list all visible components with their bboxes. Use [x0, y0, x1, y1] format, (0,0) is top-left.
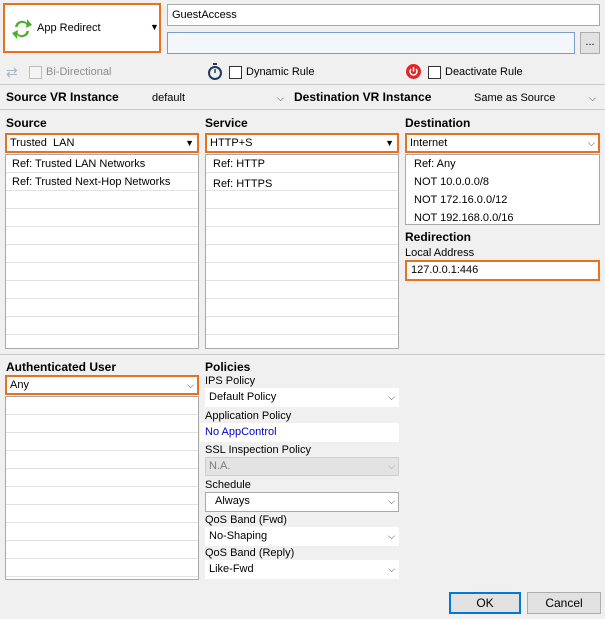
service-select[interactable]: HTTP+S ▼ [205, 133, 399, 153]
stopwatch-icon [207, 63, 223, 83]
action-selector[interactable]: App Redirect ▼ [3, 3, 161, 53]
app-policy-link[interactable]: No AppControl [200, 423, 399, 442]
service-list[interactable]: Ref: HTTP Ref: HTTPS [205, 154, 399, 349]
bidirectional-checkbox[interactable] [29, 66, 42, 79]
destination-vr-select[interactable]: Same as Source ⌵ [470, 89, 600, 108]
chevron-down-icon: ⌵ [588, 138, 595, 148]
list-item[interactable]: NOT 192.168.0.0/16 [406, 209, 599, 224]
list-item[interactable]: Ref: HTTPS [206, 175, 398, 193]
bidirectional-label: Bi-Directional [46, 66, 112, 78]
list-item[interactable]: Ref: Trusted Next-Hop Networks [6, 173, 198, 191]
source-selected-value: Trusted LAN [10, 137, 75, 149]
chevron-down-icon: ⌵ [277, 93, 284, 103]
cancel-button[interactable]: Cancel [527, 592, 601, 614]
bidirectional-arrows-icon: ⇄ [6, 64, 18, 80]
destination-heading: Destination [405, 116, 471, 130]
list-item[interactable]: Ref: Trusted LAN Networks [6, 155, 198, 173]
options-divider [0, 84, 605, 85]
ssl-policy-value: N.A. [209, 460, 231, 472]
action-label: App Redirect [37, 22, 101, 34]
dynamic-rule-label: Dynamic Rule [246, 66, 315, 78]
qos-reply-label: QoS Band (Reply) [205, 547, 295, 559]
more-button[interactable]: ... [580, 32, 600, 54]
destination-vr-label: Destination VR Instance [294, 90, 432, 104]
destination-list[interactable]: Ref: Any NOT 10.0.0.0/8 NOT 172.16.0.0/1… [405, 154, 600, 225]
list-item[interactable]: Ref: Any [406, 155, 599, 173]
schedule-select[interactable]: Always ⌵ [205, 492, 399, 512]
source-vr-value: default [152, 92, 186, 104]
middle-divider [0, 354, 605, 355]
chevron-down-icon: ▼ [385, 138, 394, 148]
auth-user-selected-value: Any [10, 379, 29, 391]
chevron-down-icon: ⌵ [388, 496, 395, 506]
power-icon [406, 64, 421, 82]
destination-selected-value: Internet [410, 137, 448, 149]
redirect-arrows-icon [11, 17, 33, 44]
destination-select[interactable]: Internet ⌵ [405, 133, 600, 153]
chevron-down-icon: ▼ [185, 138, 194, 148]
qos-fwd-label: QoS Band (Fwd) [205, 514, 287, 526]
ok-button[interactable]: OK [449, 592, 521, 614]
source-list[interactable]: Ref: Trusted LAN Networks Ref: Trusted N… [5, 154, 199, 349]
source-vr-label: Source VR Instance [6, 90, 119, 104]
qos-fwd-value: No-Shaping [209, 530, 268, 542]
service-selected-value: HTTP+S [210, 137, 253, 149]
local-address-input[interactable]: 127.0.0.1:446 [405, 260, 600, 281]
list-item[interactable]: Ref: HTTP [206, 155, 398, 173]
qos-fwd-select[interactable]: No-Shaping ⌵ [205, 527, 399, 546]
destination-vr-value: Same as Source [474, 92, 556, 104]
source-select[interactable]: Trusted LAN ▼ [5, 133, 199, 153]
rule-name-input[interactable]: GuestAccess [167, 4, 600, 26]
qos-reply-value: Like-Fwd [209, 563, 254, 575]
app-policy-label: Application Policy [205, 410, 292, 422]
ips-policy-label: IPS Policy [205, 375, 256, 387]
service-heading: Service [205, 116, 248, 130]
schedule-value: Always [215, 495, 250, 507]
schedule-label: Schedule [205, 479, 251, 491]
ips-policy-value: Default Policy [209, 391, 277, 403]
chevron-down-icon: ⌵ [388, 461, 395, 471]
list-item[interactable]: NOT 10.0.0.0/8 [406, 173, 599, 191]
auth-user-list[interactable] [5, 396, 199, 580]
source-vr-select[interactable]: default ⌵ [148, 89, 288, 108]
ips-policy-select[interactable]: Default Policy ⌵ [205, 388, 399, 407]
qos-reply-select[interactable]: Like-Fwd ⌵ [205, 560, 399, 579]
chevron-down-icon: ⌵ [388, 564, 395, 574]
chevron-down-icon: ▼ [150, 22, 159, 32]
app-policy-value[interactable]: No AppControl [205, 426, 277, 438]
deactivate-rule-checkbox[interactable] [428, 66, 441, 79]
deactivate-rule-label: Deactivate Rule [445, 66, 523, 78]
local-address-label: Local Address [405, 247, 475, 259]
ssl-policy-select: N.A. ⌵ [205, 457, 399, 476]
chevron-down-icon: ⌵ [388, 531, 395, 541]
auth-user-select[interactable]: Any ⌵ [5, 375, 199, 395]
auth-user-heading: Authenticated User [6, 360, 117, 374]
ssl-policy-label: SSL Inspection Policy [205, 444, 311, 456]
chevron-down-icon: ⌵ [388, 392, 395, 402]
policies-heading: Policies [205, 360, 251, 374]
rule-description-input[interactable] [167, 32, 575, 54]
chevron-down-icon: ⌵ [589, 93, 596, 103]
redirection-heading: Redirection [405, 230, 472, 244]
source-heading: Source [6, 116, 47, 130]
vr-divider [0, 109, 605, 110]
list-item[interactable]: NOT 172.16.0.0/12 [406, 191, 599, 209]
chevron-down-icon: ⌵ [187, 380, 194, 390]
dynamic-rule-checkbox[interactable] [229, 66, 242, 79]
